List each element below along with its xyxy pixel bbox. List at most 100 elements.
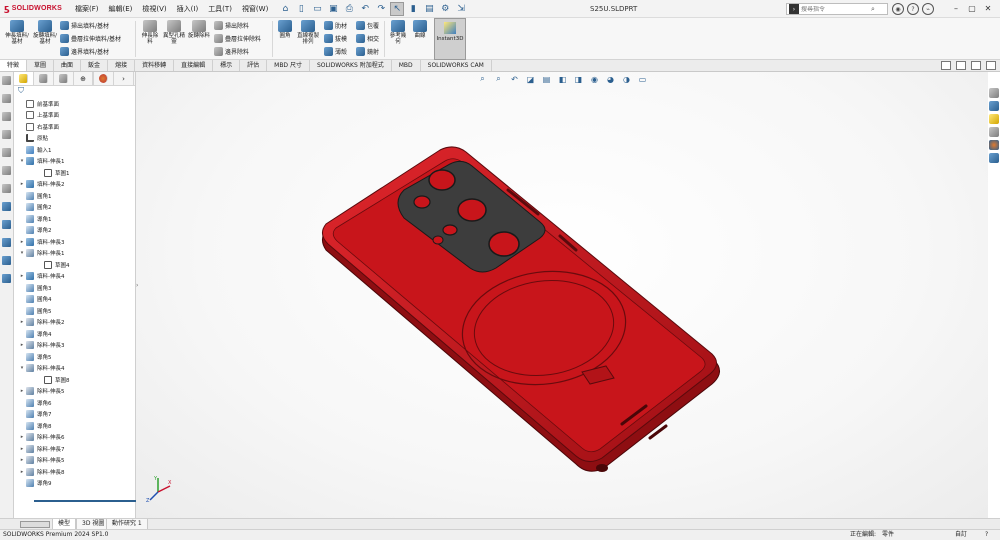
menu-item[interactable]: 工具(T)	[203, 0, 237, 18]
lofted-boss-button[interactable]: 疊層拉伸填料/基材	[60, 33, 121, 44]
options-gear-icon[interactable]: ⚙	[438, 2, 452, 16]
tree-node[interactable]: 導角8	[14, 420, 135, 432]
expand-arrow-icon[interactable]: ▸	[18, 181, 26, 187]
smart-dimension-icon[interactable]	[2, 94, 11, 103]
pin-icon[interactable]: ⇲	[454, 2, 468, 16]
file-properties-icon[interactable]: ▤	[422, 2, 436, 16]
tab-configuration-manager[interactable]	[54, 72, 74, 85]
notifications-icon[interactable]: ⌁	[922, 3, 934, 15]
extrude-boss-button[interactable]: 伸長填料/基材	[4, 20, 30, 45]
minimize-doc-icon[interactable]	[956, 61, 966, 70]
maximize-button[interactable]: ▢	[964, 0, 980, 18]
tree-node[interactable]: 導角4	[14, 328, 135, 340]
swept-cut-button[interactable]: 掃出除料	[214, 20, 249, 31]
file-explorer-icon[interactable]	[989, 114, 999, 124]
tree-node[interactable]: 右基準面	[14, 121, 135, 133]
expand-arrow-icon[interactable]: ▸	[18, 342, 26, 348]
tree-node[interactable]: 圓角2	[14, 202, 135, 214]
tab-more-arrow[interactable]: ›	[114, 72, 134, 85]
expand-arrow-icon[interactable]: ▸	[18, 446, 26, 452]
boundary-cut-button[interactable]: 邊界除料	[214, 46, 249, 57]
menu-item[interactable]: 插入(I)	[172, 0, 204, 18]
new-document-icon[interactable]: ▯	[294, 2, 308, 16]
reference-geometry-button[interactable]: 參考幾何	[388, 20, 408, 45]
tree-node[interactable]: 原點	[14, 133, 135, 145]
mirror-button[interactable]: 鏡射	[356, 46, 379, 57]
tree-node[interactable]: 圓角1	[14, 190, 135, 202]
tree-node[interactable]: 導角7	[14, 409, 135, 421]
expand-arrow-icon[interactable]: ▾	[18, 250, 26, 256]
menu-item[interactable]: 編輯(E)	[104, 0, 138, 18]
minimize-button[interactable]: –	[948, 0, 964, 18]
command-tab[interactable]: MBD	[392, 60, 421, 71]
tree-node[interactable]: ▸ 除料-伸長3	[14, 340, 135, 352]
select-arrow-icon[interactable]: ↖	[390, 1, 405, 16]
tree-node[interactable]: ▸ 填料-伸長4	[14, 271, 135, 283]
tree-node[interactable]: 導角5	[14, 351, 135, 363]
panel-collapse-handle[interactable]: ›	[136, 282, 138, 289]
command-tab[interactable]: MBD 尺寸	[267, 60, 310, 71]
open-folder-icon[interactable]: ▭	[310, 2, 324, 16]
command-tab[interactable]: SOLIDWORKS CAM	[421, 60, 492, 71]
draft-button[interactable]: 拔模	[324, 33, 347, 44]
filter-icon[interactable]: ⛉	[14, 86, 135, 98]
print-icon[interactable]: ⎙	[342, 2, 356, 16]
revolve-boss-button[interactable]: 旋轉填料/基材	[32, 20, 58, 45]
resources-pane-icon[interactable]	[989, 101, 999, 111]
expand-arrow-icon[interactable]: ▸	[18, 239, 26, 245]
tree-node[interactable]: ▸ 填料-伸長2	[14, 179, 135, 191]
convert-entities-icon[interactable]	[2, 220, 11, 229]
tab-feature-manager[interactable]	[14, 72, 34, 85]
view-palette-icon[interactable]	[989, 127, 999, 137]
hole-wizard-button[interactable]: 異型孔精靈	[162, 20, 186, 45]
rectangle-tool-icon[interactable]	[2, 130, 11, 139]
tree-node[interactable]: 圓角4	[14, 294, 135, 306]
tree-node[interactable]: 草圖4	[14, 259, 135, 271]
swept-boss-button[interactable]: 掃出填料/基材	[60, 20, 109, 31]
circle-tool-icon[interactable]	[2, 148, 11, 157]
command-tab[interactable]: 草圖	[27, 60, 55, 71]
curves-button[interactable]: 曲線	[410, 20, 430, 39]
arc-tool-icon[interactable]	[2, 166, 11, 175]
expand-arrow-icon[interactable]: ▸	[18, 319, 26, 325]
command-tab[interactable]: SOLIDWORKS 附加程式	[310, 60, 392, 71]
user-account-icon[interactable]: ◉	[892, 3, 904, 15]
close-doc-icon[interactable]	[986, 61, 996, 70]
wrap-button[interactable]: 包覆	[356, 20, 379, 31]
tree-node[interactable]: ▾ 填料-伸長1	[14, 156, 135, 168]
boundary-boss-button[interactable]: 邊界填料/基材	[60, 46, 109, 57]
tab-property-manager[interactable]	[34, 72, 54, 85]
mirror-entities-icon[interactable]	[2, 256, 11, 265]
save-icon[interactable]: ▣	[326, 2, 340, 16]
custom-properties-icon[interactable]	[989, 153, 999, 163]
home-icon[interactable]: ⌂	[278, 2, 292, 16]
shell-button[interactable]: 薄殼	[324, 46, 347, 57]
units-label[interactable]: 自訂	[955, 530, 967, 540]
close-button[interactable]: ✕	[980, 0, 996, 18]
expand-arrow-icon[interactable]: ▸	[18, 469, 26, 475]
home-pane-icon[interactable]	[989, 88, 999, 98]
tree-node[interactable]: 圓角5	[14, 305, 135, 317]
tree-node[interactable]: ▸ 填料-伸長3	[14, 236, 135, 248]
search-input[interactable]	[801, 5, 871, 13]
fillet-button[interactable]: 圓角	[276, 20, 294, 39]
pattern-entities-icon[interactable]	[2, 274, 11, 283]
command-tab[interactable]: 直接編輯	[174, 60, 214, 71]
tree-node[interactable]: 導角6	[14, 397, 135, 409]
command-tab[interactable]: 特徵	[0, 60, 28, 71]
command-tab[interactable]: 評估	[240, 60, 268, 71]
line-tool-icon[interactable]	[2, 112, 11, 121]
tree-node[interactable]: ▸ 除料-伸長7	[14, 443, 135, 455]
restore-doc-icon[interactable]	[941, 61, 951, 70]
tab-dimxpert-manager[interactable]: ⊕	[74, 72, 94, 85]
tree-node[interactable]: 導角1	[14, 213, 135, 225]
offset-entities-icon[interactable]	[2, 238, 11, 247]
extrude-cut-button[interactable]: 伸長除料	[140, 20, 160, 45]
tree-node[interactable]: 圓角3	[14, 282, 135, 294]
expand-arrow-icon[interactable]: ▸	[18, 273, 26, 279]
lofted-cut-button[interactable]: 疊層拉伸除料	[214, 33, 261, 44]
rib-button[interactable]: 肋材	[324, 20, 347, 31]
spline-tool-icon[interactable]	[2, 184, 11, 193]
command-tab[interactable]: 標示	[213, 60, 241, 71]
command-tab[interactable]: 熔接	[108, 60, 136, 71]
